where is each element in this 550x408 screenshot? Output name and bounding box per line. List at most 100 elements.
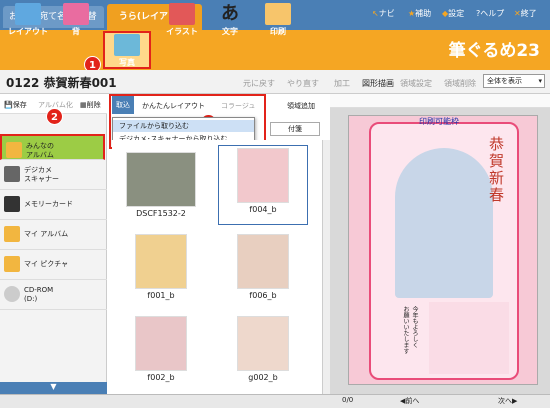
menu-question-label: ?ヘルプ <box>476 9 505 18</box>
thumbnail-caption: f004_b <box>249 205 277 214</box>
print-icon <box>265 3 291 25</box>
redo-button[interactable]: やり直す <box>287 78 319 89</box>
nav-minna-album[interactable]: みんなの アルバム <box>0 134 105 160</box>
menu-help-label: 補助 <box>415 9 432 18</box>
nav-scroll-bottom[interactable]: ▼ <box>0 382 107 394</box>
nav-cdrom[interactable]: CD-ROM (D:) <box>0 280 107 310</box>
photo-frame <box>395 148 493 298</box>
tool-background[interactable]: 背 <box>56 2 96 38</box>
delete-button[interactable]: ▦削除 <box>80 100 101 110</box>
navi-icon: ↖ <box>372 9 379 18</box>
album-icon <box>6 142 22 158</box>
thumbnail-item[interactable]: f001_b <box>116 232 206 302</box>
ornament-frame <box>429 302 509 374</box>
tool-illust-label: イラスト <box>166 27 198 36</box>
document-title: 0122 恭賀新春001 <box>6 76 117 90</box>
greeting-text: 恭賀新春 <box>489 135 505 204</box>
memory-card-icon <box>4 196 20 212</box>
view-select[interactable]: 全体を表示 ▾ <box>483 74 545 88</box>
nav-memory-card-label: メモリーカード <box>24 200 73 208</box>
delete-label: 削除 <box>86 101 101 109</box>
tool-layout[interactable]: レイアウト <box>6 2 50 38</box>
prev-button[interactable]: ◀前へ <box>400 396 419 406</box>
tool-illust[interactable]: イラスト <box>160 2 204 38</box>
thumbnail-caption: g002_b <box>248 373 278 382</box>
add-area-button[interactable]: 領域追加 <box>287 101 315 111</box>
tool-print-label: 印刷 <box>270 27 286 36</box>
chevron-down-icon: ▾ <box>538 77 542 85</box>
tool-print[interactable]: 印刷 <box>256 2 300 38</box>
background-icon <box>63 3 89 25</box>
thumbnail-caption: f002_b <box>147 373 175 382</box>
next-label: 次へ <box>498 397 512 405</box>
thumbnail-item[interactable]: DSCF1532-2 <box>116 150 206 220</box>
illust-icon <box>169 3 195 25</box>
thumbnail-item[interactable]: f006_b <box>218 232 308 302</box>
menu-exit-label: 終了 <box>520 9 537 18</box>
thumbnail-caption: f006_b <box>249 291 277 300</box>
save-icon: 💾 <box>4 101 13 109</box>
nav-my-album[interactable]: マイ アルバム <box>0 220 107 250</box>
cdrom-icon <box>4 286 20 302</box>
nav-cdrom-label: CD-ROM (D:) <box>24 286 54 303</box>
menu-navi[interactable]: ↖ナビ <box>372 8 395 19</box>
ruler <box>330 94 550 108</box>
status-bar <box>0 394 550 408</box>
thumbnail-caption: DSCF1532-2 <box>136 209 186 218</box>
thumbnail-image <box>237 148 289 203</box>
camera-icon <box>4 166 20 182</box>
thumbnail-image <box>237 234 289 289</box>
my-album-icon <box>4 226 20 242</box>
processing-button[interactable]: 加工 <box>334 78 350 89</box>
thumbnail-image <box>135 316 187 371</box>
thumbnail-item-selected[interactable]: f004_b <box>218 145 308 225</box>
exit-icon: ✕ <box>514 9 521 18</box>
nav-digicam-label: デジカメ スキャナー <box>24 166 59 183</box>
tool-text[interactable]: あ文字 <box>208 2 252 38</box>
area-settings-button[interactable]: 領域設定 <box>400 78 432 89</box>
dropdown-file[interactable]: ファイルから取り込む <box>113 120 254 132</box>
page-counter: 0/0 <box>342 396 354 404</box>
next-button[interactable]: 次へ▶ <box>498 396 517 406</box>
chevron-down-icon: ▼ <box>50 382 57 391</box>
menu-question[interactable]: ?ヘルプ <box>476 8 504 19</box>
thumbnail-image <box>135 234 187 289</box>
save-button[interactable]: 💾保存 <box>4 100 27 110</box>
nav-minna-album-label: みんなの アルバム <box>26 142 54 159</box>
thumbnail-image <box>126 152 196 207</box>
view-select-value: 全体を表示 <box>487 77 522 85</box>
menu-exit[interactable]: ✕終了 <box>514 8 537 19</box>
undo-button[interactable]: 元に戻す <box>243 78 275 89</box>
nav-memory-card[interactable]: メモリーカード <box>0 190 107 220</box>
my-picture-icon <box>4 256 20 272</box>
app-brand: 筆ぐるめ23 <box>448 41 540 61</box>
thumbnail-image <box>237 316 289 371</box>
postcard-preview[interactable]: 印刷可能枠 恭賀新春 今年もよろしく お願いいたします <box>348 115 538 385</box>
thumbnail-item[interactable]: f002_b <box>116 314 206 384</box>
message-text: 今年もよろしく お願いいたします <box>402 306 418 354</box>
printable-label: 印刷可能枠 <box>419 117 459 126</box>
photo-icon <box>114 34 140 56</box>
menu-settings-label: 設定 <box>448 9 465 18</box>
delete-icon: ▦ <box>80 101 87 109</box>
nav-my-picture[interactable]: マイ ピクチャ <box>0 250 107 280</box>
badge-2: 2 <box>46 108 63 125</box>
shape-button[interactable]: 図形描画 <box>362 78 394 89</box>
menu-settings[interactable]: ◆設定 <box>442 8 464 19</box>
menu-help[interactable]: ★補助 <box>408 8 431 19</box>
thumbnail-item[interactable]: g002_b <box>218 314 308 384</box>
next-arrow-icon: ▶ <box>512 397 518 405</box>
menu-navi-label: ナビ <box>378 9 395 18</box>
nav-digicam[interactable]: デジカメ スキャナー <box>0 160 107 190</box>
nav-my-picture-label: マイ ピクチャ <box>24 260 69 268</box>
tool-photo[interactable]: 写真 <box>103 31 151 69</box>
text-icon: あ <box>221 3 239 24</box>
tool-photo-label: 写真 <box>119 58 135 67</box>
area-delete-button[interactable]: 領域削除 <box>444 78 476 89</box>
thumbnail-scrollbar[interactable] <box>322 140 330 394</box>
tool-layout-label: レイアウト <box>8 27 48 36</box>
prev-label: 前へ <box>405 397 420 405</box>
tool-background-label: 背 <box>72 27 80 36</box>
sort-select[interactable]: 付箋 <box>270 122 320 136</box>
thumbnail-caption: f001_b <box>147 291 175 300</box>
